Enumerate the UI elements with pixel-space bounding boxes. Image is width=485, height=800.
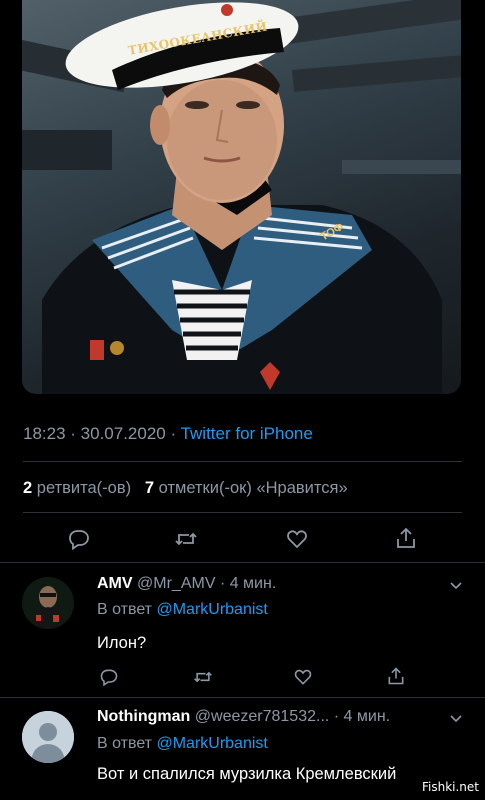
sailor-portrait	[22, 0, 461, 394]
share-icon[interactable]	[394, 526, 418, 550]
avatar-image	[22, 577, 74, 629]
tweet-source-link[interactable]: Twitter for iPhone	[181, 424, 313, 443]
divider	[23, 461, 462, 462]
reply-text: Вот и спалился мурзилка Кремлевский	[97, 765, 397, 783]
retweet-icon[interactable]	[193, 667, 213, 687]
like-icon[interactable]	[285, 527, 309, 551]
retweets-label: ретвита(-ов)	[36, 479, 132, 497]
chevron-down-icon[interactable]	[449, 714, 463, 724]
reply-author-name[interactable]: AMV	[97, 575, 133, 592]
reply-context: В ответ @MarkUrbanist	[97, 735, 268, 753]
meta-separator: ·	[65, 424, 81, 443]
likes-count: 7	[144, 479, 155, 497]
tweet-timestamp: 18:23 · 30.07.2020 · Twitter for iPhone	[23, 424, 313, 444]
retweet-icon[interactable]	[174, 527, 198, 551]
reply-context: В ответ @MarkUrbanist	[97, 601, 268, 619]
avatar[interactable]	[22, 577, 74, 629]
retweets-stat[interactable]: 2 ретвита(-ов)	[23, 479, 131, 497]
watermark: Fishki.net	[421, 780, 479, 794]
reply-time: · 4 мин.	[219, 575, 277, 592]
reply-header: Nothingman @weezer781532... · 4 мин.	[97, 708, 390, 726]
like-icon[interactable]	[293, 667, 313, 687]
divider	[0, 697, 485, 698]
tweet-date: 30.07.2020	[80, 424, 166, 443]
reply-icon[interactable]	[99, 667, 119, 687]
default-avatar-icon	[22, 711, 74, 763]
reply-author-handle[interactable]: @weezer781532...	[195, 708, 330, 725]
reply-text: Илон?	[97, 634, 147, 652]
divider	[0, 562, 485, 563]
divider	[23, 512, 462, 513]
avatar[interactable]	[22, 711, 74, 763]
share-icon[interactable]	[386, 666, 406, 686]
retweets-count: 2	[23, 479, 33, 497]
meta-separator: ·	[165, 424, 181, 443]
tweet-stats: 2 ретвита(-ов) 7 отметки(-ок) «Нравится»	[23, 479, 348, 498]
mention-link[interactable]: @MarkUrbanist	[156, 601, 267, 618]
reply-icon[interactable]	[67, 527, 91, 551]
reply-prefix: В ответ	[97, 601, 153, 618]
reply-author-handle[interactable]: @Mr_AMV	[137, 575, 215, 592]
likes-stat[interactable]: 7 отметки(-ок) «Нравится»	[145, 479, 348, 497]
reply-time: · 4 мин.	[333, 708, 391, 725]
reply-author-name[interactable]: Nothingman	[97, 708, 190, 725]
chevron-down-icon[interactable]	[449, 581, 463, 591]
reply-header: AMV @Mr_AMV · 4 мин.	[97, 575, 276, 593]
tweet-time: 18:23	[23, 424, 66, 443]
likes-label: отметки(-ок) «Нравится»	[158, 479, 348, 497]
reply-prefix: В ответ	[97, 735, 153, 752]
tweet-photo[interactable]: ТИХООКЕАНСКИЙ ТОФ	[22, 0, 461, 394]
mention-link[interactable]: @MarkUrbanist	[156, 735, 267, 752]
